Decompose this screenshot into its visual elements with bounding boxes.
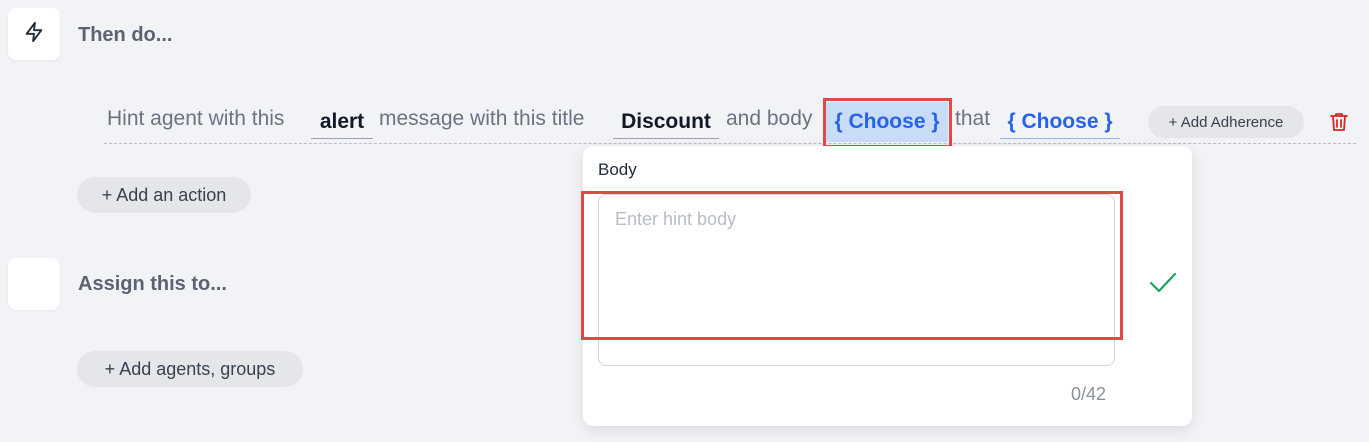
action-text-that: that [955,107,991,130]
then-step-icon-box [8,8,60,60]
add-adherence-button[interactable]: + Add Adherence [1148,106,1304,138]
action-text-and-body: and body [726,107,813,130]
assign-step-icon-box [8,258,60,310]
body-label: Body [598,160,637,179]
body-char-count: 0/42 [1071,384,1107,404]
that-choose-button[interactable]: { Choose } [1000,105,1120,139]
trash-icon[interactable] [1328,111,1350,133]
then-step-title: Then do... [78,24,173,46]
action-text-message-title: message with this title [379,107,585,130]
add-action-button[interactable]: + Add an action [77,177,251,213]
hint-title-field[interactable]: Discount [613,105,719,139]
body-popover: Body 0/42 [583,146,1192,426]
hint-type-selector[interactable]: alert [311,105,373,139]
workflow-editor: Then do... Hint agent with this alert me… [0,0,1369,442]
action-text-hint-agent: Hint agent with this [107,107,285,130]
add-agents-groups-button[interactable]: + Add agents, groups [77,351,303,387]
lightning-bolt-icon [23,21,45,48]
body-choose-button[interactable]: { Choose } [826,102,948,142]
assign-step-title: Assign this to... [78,273,227,295]
checkmark-icon[interactable] [1148,270,1178,296]
hint-body-textarea[interactable] [598,194,1115,366]
